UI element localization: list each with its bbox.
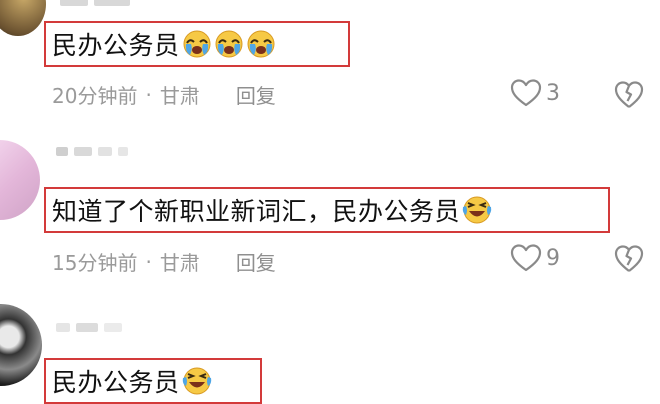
reply-button[interactable]: 回复 (236, 80, 276, 109)
like-button[interactable]: 9 (510, 243, 560, 273)
comment-time: 20分钟前 (52, 84, 138, 108)
comment-item-3: 民办公务员 (0, 290, 660, 404)
username-redacted (56, 144, 128, 158)
crying-face-icon (215, 30, 243, 58)
username-redacted (56, 320, 122, 334)
like-count: 3 (546, 80, 560, 106)
comment-text: 知道了个新职业新词汇，民办公务员 (52, 197, 461, 226)
laughing-tears-icon (462, 196, 492, 224)
heart-outline-icon (510, 79, 542, 107)
comment-text-highlight: 知道了个新职业新词汇，民办公务员 (44, 187, 610, 233)
username-redacted (60, 0, 130, 8)
crying-face-icon (183, 30, 211, 58)
comment-location: 甘肃 (159, 84, 200, 108)
comment-text-highlight: 民办公务员 (44, 21, 350, 67)
comment-meta: 15分钟前 · 甘肃 回复 (52, 247, 276, 276)
laughing-tears-icon (182, 367, 211, 395)
meta-separator: · (145, 249, 152, 274)
comment-meta: 20分钟前 · 甘肃 回复 (52, 80, 276, 109)
avatar[interactable] (0, 0, 46, 36)
like-count: 9 (546, 245, 560, 271)
comment-item-1: 民办公务员 20分钟前 · 甘肃 回复 3 (0, 0, 660, 130)
avatar[interactable] (0, 140, 40, 220)
comment-text: 民办公务员 (52, 368, 180, 397)
like-button[interactable]: 3 (510, 78, 560, 108)
comment-text-highlight: 民办公务员 (44, 358, 262, 404)
avatar[interactable] (0, 304, 42, 386)
broken-heart-icon[interactable] (614, 80, 644, 110)
broken-heart-icon[interactable] (614, 244, 644, 274)
comment-location: 甘肃 (159, 251, 200, 275)
crying-face-icon (247, 30, 275, 58)
heart-outline-icon (510, 244, 542, 272)
comment-time: 15分钟前 (52, 251, 138, 275)
reply-button[interactable]: 回复 (236, 247, 276, 276)
meta-separator: · (145, 82, 152, 107)
comment-text: 民办公务员 (52, 31, 180, 60)
comment-item-2: 知道了个新职业新词汇，民办公务员 15分钟前 · 甘肃 回复 9 (0, 130, 660, 280)
